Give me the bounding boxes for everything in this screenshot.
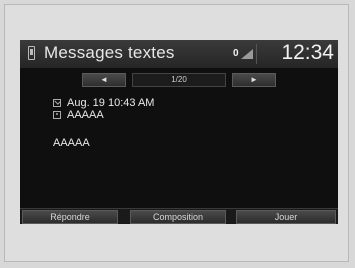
next-message-button[interactable]: ► [232,73,276,87]
message-date: Aug. 19 10:43 AM [67,97,155,109]
play-button[interactable]: Jouer [236,210,336,224]
message-pager: ◄ 1/20 ► [82,73,276,87]
contact-icon [53,111,61,119]
page-title: Messages textes [44,43,175,62]
envelope-icon [53,99,61,107]
header-bar: Messages textes 0 12:34 [20,40,338,68]
header-divider [256,44,257,64]
display-screen: Messages textes 0 12:34 ◄ 1/20 ► Aug. 19… [20,40,338,224]
soft-key-bar: Répondre Composition Jouer [20,208,338,224]
signal-icon [241,49,253,59]
reply-button[interactable]: Répondre [22,210,118,224]
message-position: 1/20 [132,73,226,87]
message-date-row: Aug. 19 10:43 AM [53,97,154,109]
message-body: AAAAA [53,137,90,149]
message-sender-row: AAAAA [53,109,104,121]
clock: 12:34 [281,41,334,64]
previous-message-button[interactable]: ◄ [82,73,126,87]
signal-count: 0 [233,48,239,59]
phone-icon [28,46,35,60]
compose-button[interactable]: Composition [130,210,226,224]
message-sender: AAAAA [67,109,104,121]
